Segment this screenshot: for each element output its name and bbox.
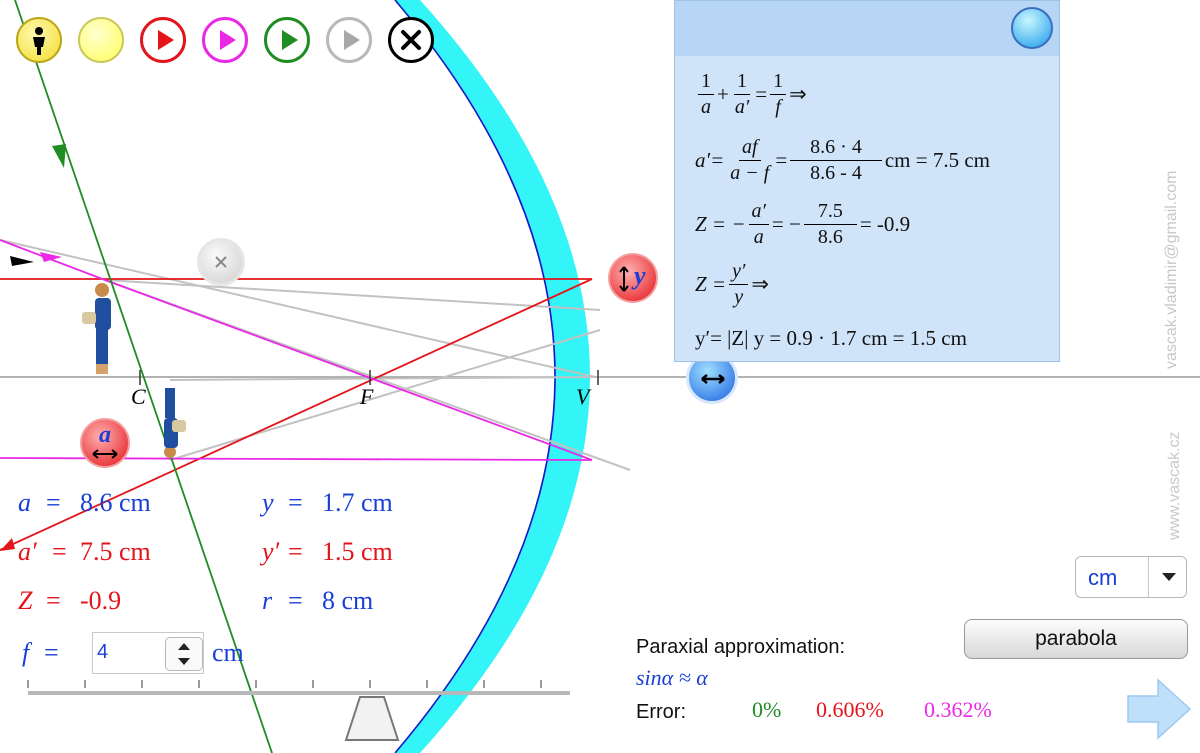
- panel-toggle-button[interactable]: [1011, 7, 1053, 49]
- y-label: y: [262, 488, 274, 517]
- formula-panel: 1 a + 1 a′ = 1f ⇒ a′= af a − f = 8.6 · 4 8.6 - …: [674, 0, 1060, 362]
- play-icon: [220, 30, 236, 50]
- a-prime-label: a′: [18, 537, 37, 566]
- a-prime-value: 7.5 cm: [80, 537, 151, 566]
- close-button[interactable]: [388, 17, 434, 63]
- error-green-value: 0%: [752, 697, 782, 722]
- y-prime-eq: =: [288, 537, 303, 566]
- y-handle-label: y: [634, 261, 646, 290]
- paraxial-title: Paraxial approximation:: [636, 636, 845, 658]
- parabola-button[interactable]: parabola: [964, 619, 1188, 659]
- watermark-email: vascak.vladimir@gmail.com: [1163, 170, 1180, 369]
- r-label: r: [262, 586, 273, 615]
- y-drag-handle[interactable]: y: [608, 253, 658, 303]
- r-eq: =: [288, 586, 303, 615]
- f-unit: cm: [212, 638, 244, 667]
- error-red-value: 0.606%: [816, 697, 884, 722]
- y-prime-value: 1.5 cm: [322, 537, 393, 566]
- play-red-button[interactable]: [140, 17, 186, 63]
- black-arrow-head: [10, 256, 34, 266]
- play-icon: [344, 30, 360, 50]
- a-prime-eq: =: [52, 537, 67, 566]
- formula-line-5: y′= |Z| y = 0.9 · 1.7 cm = 1.5 cm: [695, 326, 967, 350]
- error-magenta-value: 0.362%: [924, 697, 992, 722]
- point-c-label: C: [131, 384, 146, 409]
- person-button[interactable]: [16, 17, 62, 63]
- person-icon: [33, 27, 45, 55]
- play-green-button[interactable]: [264, 17, 310, 63]
- a-drag-handle[interactable]: a: [80, 418, 130, 468]
- formula-line-3: Z = − a′ a = − 7.5 8.6 = -0.9: [695, 200, 911, 248]
- y-prime-label: y′: [262, 537, 280, 566]
- slider-thumb[interactable]: [344, 696, 400, 741]
- horizontal-arrows-icon: [701, 374, 725, 384]
- formula-panel-header: [675, 1, 1059, 56]
- vertical-arrows-icon: [619, 266, 629, 292]
- f-stepper: 4: [92, 632, 204, 674]
- close-icon: [401, 30, 421, 50]
- image-person-icon: [164, 388, 186, 458]
- a-label: a: [18, 488, 31, 517]
- green-arrow-head: [52, 144, 66, 168]
- point-v-label: V: [576, 384, 590, 409]
- z-value: -0.9: [80, 586, 122, 615]
- f-input[interactable]: 4: [97, 641, 161, 667]
- chevron-down-icon: [1162, 573, 1176, 581]
- paraxial-formula: sinα ≈ α: [636, 665, 708, 690]
- next-arrow-icon[interactable]: [1126, 678, 1192, 740]
- unit-select[interactable]: cm: [1075, 556, 1187, 598]
- f-label: f: [22, 638, 30, 667]
- watermark-site: www.vascak.cz: [1166, 431, 1183, 540]
- play-icon: [158, 30, 174, 50]
- formula-line-4: Z = y′ y ⇒: [695, 260, 769, 308]
- a-value: 8.6 cm: [80, 488, 151, 517]
- f-decrement-button[interactable]: [166, 654, 202, 670]
- horizontal-arrows-icon: [92, 449, 118, 459]
- point-f-label: F: [360, 384, 374, 409]
- f-increment-button[interactable]: [166, 638, 202, 654]
- r-value: 8 cm: [322, 586, 374, 615]
- unit-select-value: cm: [1088, 565, 1118, 590]
- y-eq: =: [288, 488, 303, 517]
- a-eq: =: [46, 488, 61, 517]
- a-handle-label: a: [99, 422, 111, 448]
- formula-line-2: a′= af a − f = 8.6 · 4 8.6 - 4 cm = 7.5 cm: [695, 136, 990, 184]
- error-label: Error:: [636, 701, 686, 723]
- formula-line-1: 1 a + 1 a′ = 1f ⇒: [695, 69, 807, 120]
- y-value: 1.7 cm: [322, 488, 393, 517]
- object-person-icon[interactable]: [82, 283, 111, 374]
- f-eq: =: [44, 638, 59, 667]
- yellow-button[interactable]: [78, 17, 124, 63]
- close-icon: [215, 256, 227, 268]
- red-arrow-head: [0, 538, 15, 551]
- z-label: Z: [18, 586, 33, 615]
- z-eq: =: [46, 586, 61, 615]
- play-magenta-button[interactable]: [202, 17, 248, 63]
- caret-up-icon: [178, 643, 190, 650]
- caret-down-icon: [178, 658, 190, 665]
- play-icon: [282, 30, 298, 50]
- f-stepper-buttons: [165, 637, 203, 671]
- gray-ray-toggle-button[interactable]: [197, 238, 245, 286]
- play-gray-button[interactable]: [326, 17, 372, 63]
